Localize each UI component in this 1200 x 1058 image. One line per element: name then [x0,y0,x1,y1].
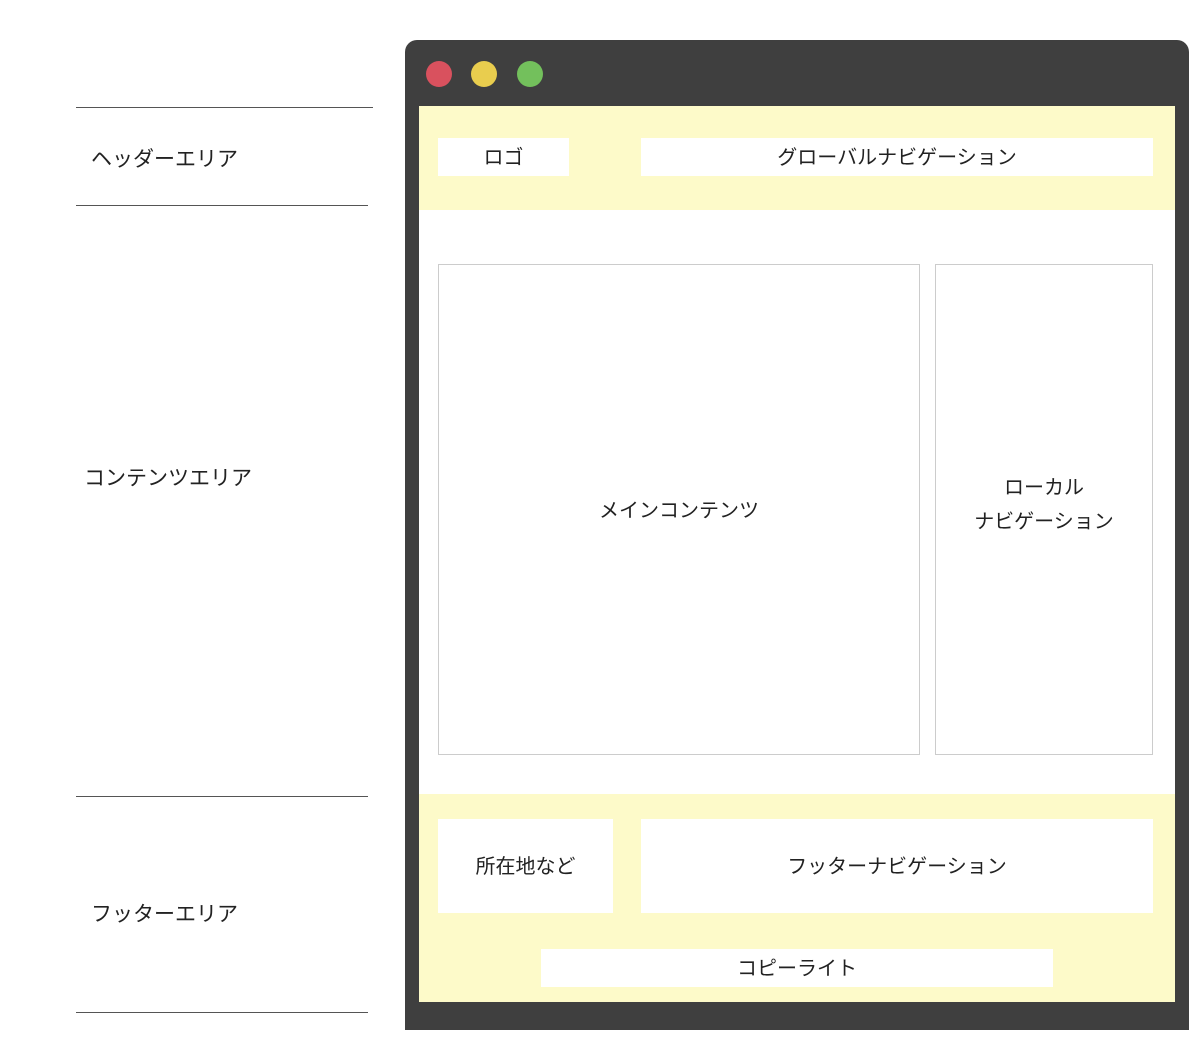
logo-box: ロゴ [438,138,569,176]
footer-bottom-rule [76,1012,368,1013]
header-area-label: ヘッダーエリア [91,147,238,171]
copyright-box: コピーライト [541,949,1053,987]
close-dot-icon [426,61,452,87]
maximize-dot-icon [517,61,543,87]
global-nav-box: グローバルナビゲーション [641,138,1153,176]
content-area-label: コンテンツエリア [84,466,252,490]
minimize-dot-icon [471,61,497,87]
footer-area-label: フッターエリア [91,902,238,926]
header-top-rule [76,107,373,108]
header-bottom-rule [76,205,368,206]
footer-nav-box: フッターナビゲーション [641,819,1153,913]
local-nav-label-line1: ローカル [1004,474,1084,499]
local-nav-box: ローカル ナビゲーション [935,264,1153,755]
local-nav-label-line2: ナビゲーション [974,508,1114,533]
address-box: 所在地など [438,819,613,913]
footer-top-rule [76,796,368,797]
main-content-box: メインコンテンツ [438,264,920,755]
